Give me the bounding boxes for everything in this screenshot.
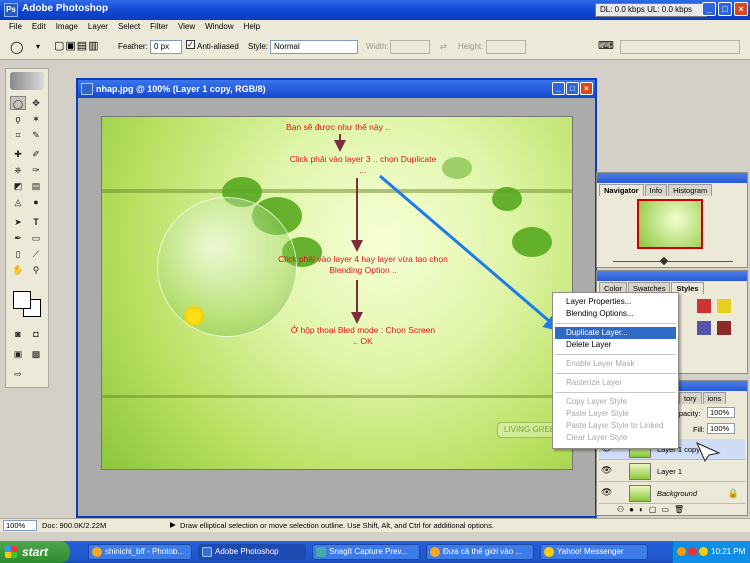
navigator-panel: Navigator Info Histogram	[596, 172, 748, 268]
tab-histogram[interactable]: Histogram	[668, 184, 713, 196]
style-swatch[interactable]	[697, 299, 711, 313]
status-arrow-icon[interactable]: ▶	[170, 520, 176, 529]
tab-navigator[interactable]: Navigator	[599, 184, 644, 196]
navigator-zoom-slider[interactable]	[601, 256, 741, 266]
taskbar-item[interactable]: SnagIt Capture Prev...	[312, 544, 420, 560]
snagit-icon	[316, 547, 326, 557]
lock-icon: 🔒	[727, 488, 739, 498]
taskbar-item[interactable]: Đưa cả thế giới vào ...	[426, 544, 534, 560]
taskbar-item[interactable]: Yahoo! Messenger	[540, 544, 648, 560]
windows-taskbar: start shinichi_bff - Photob... Adobe Pho…	[0, 541, 750, 563]
doc-size[interactable]: Doc: 900.0K/2.22M	[42, 521, 106, 530]
layer-row[interactable]: 👁 Layer 1	[599, 461, 745, 482]
layer-action-icons[interactable]: ⚇●◐▢▭🗑	[617, 505, 689, 514]
navigator-thumbnail[interactable]	[637, 199, 703, 249]
menu-item-rasterize-layer[interactable]: Rasterize Layer	[555, 377, 676, 389]
menu-item-copy-layer-style[interactable]: Copy Layer Style	[555, 396, 676, 408]
firefox-icon	[92, 547, 102, 557]
menu-item-blending-options[interactable]: Blending Options...	[555, 308, 676, 320]
tray-icon[interactable]	[699, 547, 708, 556]
menu-item-duplicate-layer[interactable]: Duplicate Layer...	[555, 327, 676, 339]
status-hint: Draw elliptical selection or move select…	[180, 521, 494, 530]
menu-item-enable-layer-mask[interactable]: Enable Layer Mask	[555, 358, 676, 370]
menu-item-paste-layer-style-linked[interactable]: Paste Layer Style to Linked	[555, 420, 676, 432]
layer-row[interactable]: 👁 Background 🔒	[599, 483, 745, 504]
layer-thumbnail	[629, 463, 651, 480]
eye-icon[interactable]: 👁	[601, 487, 612, 499]
eye-icon[interactable]: 👁	[601, 465, 612, 477]
menu-item-layer-properties[interactable]: Layer Properties...	[555, 296, 676, 308]
layer-thumbnail	[629, 485, 651, 502]
system-tray: 10:21 PM	[672, 541, 750, 563]
fill-input[interactable]: 100%	[707, 423, 735, 434]
windows-logo-icon	[5, 546, 17, 558]
firefox-icon	[430, 547, 440, 557]
status-bar: 100% Doc: 900.0K/2.22M ▶ Draw elliptical…	[0, 518, 750, 532]
layer-name: Layer 1	[657, 467, 683, 476]
clock[interactable]: 10:21 PM	[711, 547, 745, 556]
taskbar-item[interactable]: shinichi_bff - Photob...	[88, 544, 192, 560]
cursor-arrow-icon	[695, 441, 721, 463]
photoshop-icon	[202, 547, 212, 557]
layer-name: Background	[657, 489, 698, 498]
yahoo-messenger-icon	[544, 547, 554, 557]
menu-item-paste-layer-style[interactable]: Paste Layer Style	[555, 408, 676, 420]
opacity-input[interactable]: 100%	[707, 407, 735, 418]
fill-label: Fill:	[693, 425, 705, 434]
style-swatch[interactable]	[717, 321, 731, 335]
tab-history-partial[interactable]: tory	[679, 392, 702, 404]
arrow-to-menu	[379, 174, 562, 332]
style-swatch[interactable]	[697, 321, 711, 335]
zoom-level-input[interactable]: 100%	[3, 520, 37, 531]
tab-actions-partial[interactable]: ions	[702, 392, 727, 404]
tab-info[interactable]: Info	[644, 184, 668, 196]
tray-icon[interactable]	[677, 547, 686, 556]
start-button[interactable]: start	[0, 541, 70, 563]
layer-context-menu: Layer Properties... Blending Options... …	[552, 292, 679, 449]
menu-item-delete-layer[interactable]: Delete Layer	[555, 339, 676, 351]
taskbar-item[interactable]: Adobe Photoshop	[198, 544, 306, 560]
style-swatch[interactable]	[717, 299, 731, 313]
menu-item-clear-layer-style[interactable]: Clear Layer Style	[555, 432, 676, 444]
tray-icon[interactable]	[688, 547, 697, 556]
